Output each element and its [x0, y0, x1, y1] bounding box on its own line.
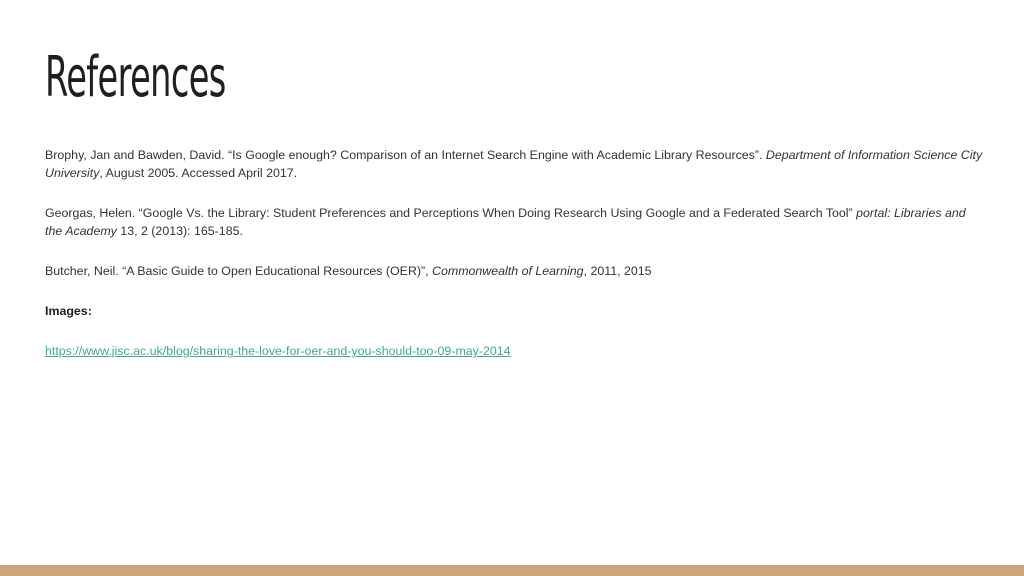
reference-source: Commonwealth of Learning [432, 264, 584, 278]
slide: References Brophy, Jan and Bawden, David… [0, 0, 1024, 576]
reference-item: Georgas, Helen. “Google Vs. the Library:… [45, 204, 985, 240]
reference-details: , August 2005. Accessed April 2017. [99, 166, 298, 180]
reference-details: 13, 2 (2013): 165-185. [116, 224, 243, 238]
footer-band [0, 565, 1024, 576]
slide-title: References [45, 45, 226, 110]
reference-item: Brophy, Jan and Bawden, David. “Is Googl… [45, 146, 985, 182]
images-label: Images: [45, 304, 92, 318]
reference-details: , 2011, 2015 [583, 264, 652, 278]
reference-text: Butcher, Neil. “A Basic Guide to Open Ed… [45, 264, 433, 278]
reference-item: Butcher, Neil. “A Basic Guide to Open Ed… [45, 262, 985, 280]
references-body: Brophy, Jan and Bawden, David. “Is Googl… [45, 146, 985, 360]
reference-text: Brophy, Jan and Bawden, David. “Is Googl… [45, 148, 766, 162]
reference-text: Georgas, Helen. “Google Vs. the Library:… [45, 206, 857, 220]
image-source-link[interactable]: https://www.jisc.ac.uk/blog/sharing-the-… [45, 342, 985, 360]
